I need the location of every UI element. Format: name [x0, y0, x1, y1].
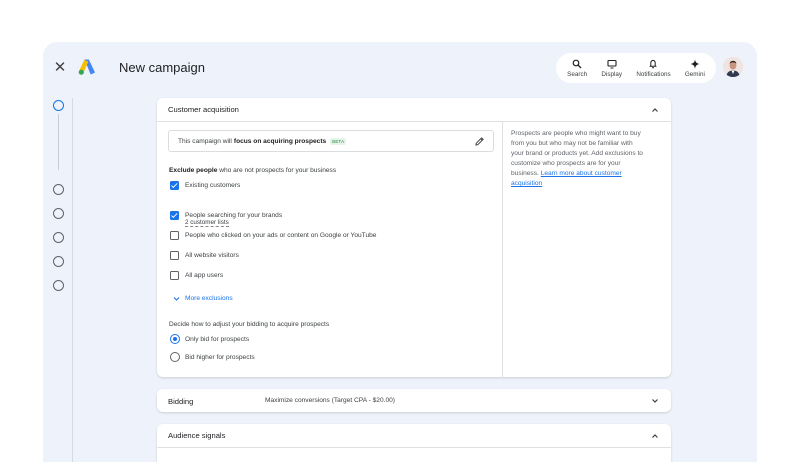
toolbar: Search Display Notifications Gemini	[556, 53, 716, 83]
pencil-icon[interactable]	[474, 136, 485, 147]
acquisition-settings: This campaign will focus on acquiring pr…	[157, 122, 503, 377]
step-4-indicator[interactable]	[53, 232, 64, 243]
gemini-tool-button[interactable]: Gemini	[685, 59, 705, 78]
step-1-indicator[interactable]	[53, 100, 64, 111]
chevron-up-icon[interactable]	[651, 106, 659, 114]
bidding-strategy-value: Maximize conversions (Target CPA - $20.0…	[265, 397, 395, 404]
radio-label: Only bid for prospects	[185, 335, 250, 343]
chevron-up-icon[interactable]	[651, 432, 659, 440]
bidding-panel[interactable]: Bidding Maximize conversions (Target CPA…	[157, 389, 671, 412]
checkbox-label: Existing customers	[185, 182, 241, 189]
more-exclusions-link[interactable]: More exclusions	[173, 295, 233, 302]
panel-title: Customer acquisition	[168, 105, 239, 114]
audience-title: Audience signals	[168, 431, 226, 440]
step-5-indicator[interactable]	[53, 256, 64, 267]
display-icon	[607, 59, 617, 69]
toolbar-label-display: Display	[601, 70, 623, 78]
help-panel: Prospects are people who might want to b…	[511, 129, 646, 189]
toolbar-label-notifications: Notifications	[636, 70, 671, 78]
exclusions-heading-bold: Exclude people	[169, 167, 218, 174]
checkbox-label: All app users	[185, 272, 224, 279]
display-tool-button[interactable]: Display	[601, 59, 622, 78]
checkbox-existing-customers[interactable]: Existing customers	[170, 181, 240, 190]
step-2-indicator[interactable]	[53, 184, 64, 195]
close-icon[interactable]: ✕	[52, 60, 68, 76]
bell-icon	[649, 59, 658, 68]
google-ads-logo-icon	[78, 59, 95, 75]
step-3-indicator[interactable]	[53, 208, 64, 219]
beta-badge: BETA	[330, 137, 347, 145]
step-6-indicator[interactable]	[53, 280, 64, 291]
avatar[interactable]	[723, 57, 743, 77]
gemini-sparkle-icon	[690, 59, 700, 68]
checkbox-app-users[interactable]: All app users	[170, 271, 223, 280]
app-window: ✕ New campaign Search Display Notificati…	[43, 42, 757, 462]
radio-only-prospects[interactable]: Only bid for prospects	[170, 334, 249, 344]
radio-bid-higher[interactable]: Bid higher for prospects	[170, 352, 255, 362]
checkbox-checked-icon[interactable]	[170, 211, 179, 220]
focus-goal: focus on acquiring prospects	[233, 137, 327, 145]
chevron-down-icon	[173, 297, 180, 301]
checkbox-label: All website visitors	[185, 252, 239, 259]
checkbox-ad-clickers[interactable]: People who clicked on your ads or conten…	[170, 231, 376, 240]
more-exclusions-label: More exclusions	[185, 295, 233, 302]
checkbox-brand-searchers[interactable]: People searching for your brands	[170, 211, 282, 220]
checkbox-unchecked-icon[interactable]	[170, 231, 179, 240]
user-portrait-icon	[723, 57, 743, 77]
radio-unselected-icon[interactable]	[170, 352, 180, 362]
toolbar-label-gemini: Gemini	[684, 70, 705, 78]
customer-lists-link[interactable]: 2 customer lists	[185, 219, 229, 227]
checkbox-label: People searching for your brands	[185, 212, 283, 219]
bidding-question: Decide how to adjust your bidding to acq…	[169, 321, 330, 328]
checkbox-unchecked-icon[interactable]	[170, 271, 179, 280]
page-title: New campaign	[119, 60, 205, 75]
focus-goal-field[interactable]: This campaign will focus on acquiring pr…	[168, 130, 494, 152]
toolbar-label-search: Search	[567, 70, 588, 78]
bidding-header[interactable]: Bidding	[157, 389, 671, 413]
exclusions-heading-rest: who are not prospects for your business	[219, 167, 337, 174]
radio-selected-icon[interactable]	[170, 334, 180, 344]
focus-prefix: This campaign will	[178, 137, 232, 145]
search-tool-button[interactable]: Search	[567, 59, 587, 78]
customer-acquisition-header[interactable]: Customer acquisition	[157, 98, 671, 122]
checkbox-checked-icon[interactable]	[170, 181, 179, 190]
checkbox-label: People who clicked on your ads or conten…	[185, 232, 377, 239]
exclusions-heading: Exclude people who are not prospects for…	[169, 167, 336, 174]
radio-label: Bid higher for prospects	[185, 353, 255, 361]
chevron-down-icon[interactable]	[651, 397, 659, 405]
checkbox-unchecked-icon[interactable]	[170, 251, 179, 260]
notifications-tool-button[interactable]: Notifications	[636, 59, 671, 78]
audience-signals-panel: Audience signals	[157, 424, 671, 462]
bidding-title: Bidding	[168, 396, 194, 406]
checkbox-website-visitors[interactable]: All website visitors	[170, 251, 239, 260]
step-connector	[58, 114, 59, 170]
rail-divider	[72, 98, 73, 462]
search-icon	[572, 59, 582, 68]
customer-acquisition-panel: Customer acquisition This campaign will …	[157, 98, 671, 377]
audience-signals-header[interactable]: Audience signals	[157, 424, 671, 448]
